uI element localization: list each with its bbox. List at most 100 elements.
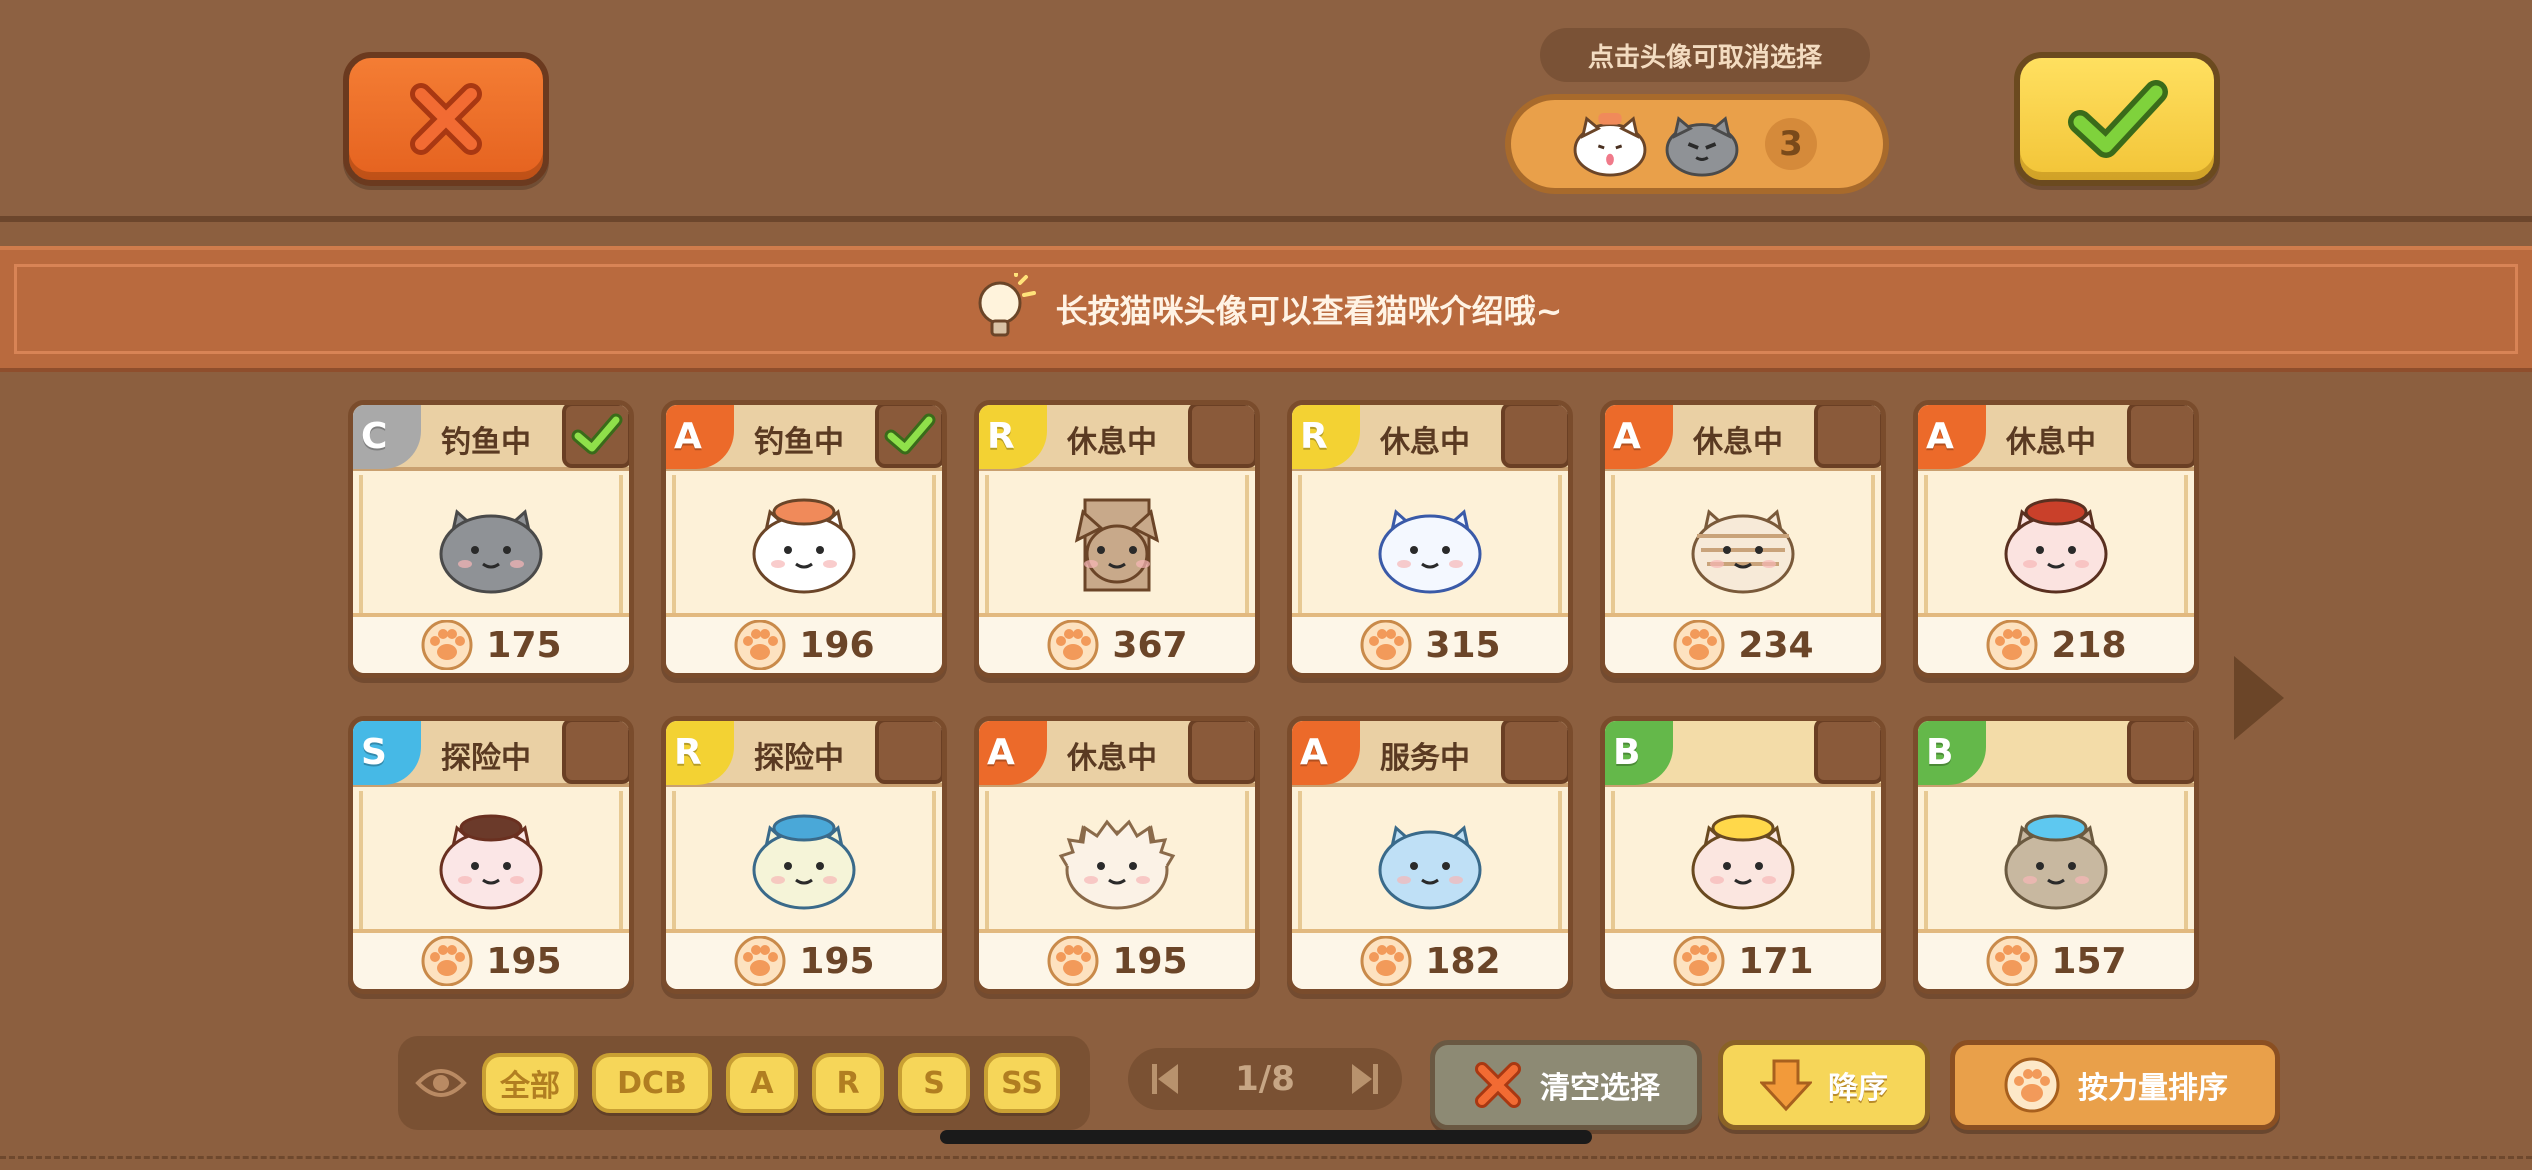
cat-card[interactable]: A 休息中 195 <box>974 716 1260 994</box>
check-icon <box>2068 80 2168 158</box>
cat-portrait[interactable] <box>1611 791 1875 931</box>
select-checkbox[interactable] <box>562 721 629 784</box>
close-icon <box>410 83 482 155</box>
pager: 1/8 <box>1128 1048 1402 1110</box>
filter-a[interactable]: A <box>726 1053 798 1113</box>
cat-power-value: 182 <box>1425 940 1501 982</box>
cat-card[interactable]: A 休息中 234 <box>1600 400 1886 678</box>
cat-portrait[interactable] <box>985 475 1249 615</box>
cat-status: 休息中 <box>2006 425 2096 460</box>
cat-card[interactable]: S 探险中 195 <box>348 716 634 994</box>
cat-card-header: A 服务中 <box>1292 721 1568 787</box>
select-checkbox[interactable] <box>1188 721 1255 784</box>
cat-card[interactable]: B 171 <box>1600 716 1886 994</box>
sort-by-power-button[interactable]: 按力量排序 <box>1950 1040 2280 1130</box>
select-checkbox[interactable] <box>2127 405 2194 468</box>
paw-icon <box>1986 936 2038 986</box>
select-checkbox[interactable] <box>1188 405 1255 468</box>
clear-selection-label: 清空选择 <box>1540 1071 1660 1106</box>
cat-power-value: 157 <box>2051 940 2127 982</box>
cat-portrait[interactable] <box>1611 475 1875 615</box>
paw-icon <box>734 936 786 986</box>
cat-portrait[interactable] <box>1924 475 2188 615</box>
filter-ss[interactable]: SS <box>984 1053 1060 1113</box>
select-checkbox[interactable] <box>2127 721 2194 784</box>
cat-portrait[interactable] <box>672 475 936 615</box>
cat-portrait[interactable] <box>359 475 623 615</box>
down-arrow-icon <box>1760 1059 1812 1112</box>
filter-s[interactable]: S <box>898 1053 970 1113</box>
filter-dcb[interactable]: DCB <box>592 1053 712 1113</box>
cat-avatar-icon <box>1378 509 1482 594</box>
paw-icon <box>2004 1057 2060 1113</box>
confirm-button[interactable] <box>2014 52 2220 186</box>
selected-cat-avatar-white[interactable] <box>1571 111 1649 177</box>
cat-card[interactable]: R 探险中 195 <box>661 716 947 994</box>
paw-icon <box>1360 936 1412 986</box>
cat-avatar-icon <box>2004 498 2108 594</box>
cat-status: 钓鱼中 <box>754 425 844 460</box>
cat-power-value: 218 <box>2051 624 2127 666</box>
select-checkbox[interactable] <box>1501 721 1568 784</box>
cat-card[interactable]: A 钓鱼中 196 <box>661 400 947 678</box>
cat-card[interactable]: C 钓鱼中 175 <box>348 400 634 678</box>
paw-icon <box>1047 620 1099 670</box>
home-indicator[interactable] <box>940 1130 1592 1144</box>
cat-portrait[interactable] <box>672 791 936 931</box>
cat-power-row: 195 <box>666 929 942 989</box>
cat-power-value: 315 <box>1425 624 1501 666</box>
select-checkbox[interactable] <box>562 405 629 468</box>
close-button[interactable] <box>343 52 549 186</box>
cat-avatar-icon <box>752 498 856 594</box>
close-icon <box>1475 1062 1521 1108</box>
cat-power-value: 234 <box>1738 624 1814 666</box>
first-page-icon[interactable] <box>1150 1062 1180 1096</box>
cat-power-value: 175 <box>486 624 562 666</box>
cat-avatar-icon <box>1691 509 1795 594</box>
cat-portrait[interactable] <box>1924 791 2188 931</box>
cat-card-header: A 休息中 <box>979 721 1255 787</box>
cat-power-value: 196 <box>799 624 875 666</box>
rank-badge: B <box>1605 721 1673 785</box>
cat-portrait[interactable] <box>359 791 623 931</box>
filter-r[interactable]: R <box>812 1053 884 1113</box>
cat-power-row: 234 <box>1605 613 1881 673</box>
paw-icon <box>1673 936 1725 986</box>
cat-card[interactable]: R 休息中 315 <box>1287 400 1573 678</box>
select-checkbox[interactable] <box>1501 405 1568 468</box>
cat-power-row: 195 <box>353 929 629 989</box>
select-checkbox[interactable] <box>875 721 942 784</box>
paw-icon <box>421 936 473 986</box>
cat-status: 休息中 <box>1067 741 1157 776</box>
select-checkbox[interactable] <box>1814 405 1881 468</box>
cat-card[interactable]: A 休息中 218 <box>1913 400 2199 678</box>
rank-badge: A <box>1292 721 1360 785</box>
selected-cat-avatar-grey[interactable] <box>1663 111 1741 177</box>
paw-icon <box>1986 620 2038 670</box>
cat-power-row: 157 <box>1918 929 2194 989</box>
next-page-arrow-icon[interactable] <box>2228 652 2288 744</box>
cat-card-header: A 休息中 <box>1605 405 1881 471</box>
cat-card-header: R 探险中 <box>666 721 942 787</box>
selected-cats-tray: 3 <box>1505 94 1889 194</box>
cat-card[interactable]: A 服务中 182 <box>1287 716 1573 994</box>
select-checkbox[interactable] <box>875 405 942 468</box>
cat-avatar-icon <box>752 814 856 910</box>
cat-card[interactable]: B 157 <box>1913 716 2199 994</box>
clear-selection-button[interactable]: 清空选择 <box>1430 1040 1702 1130</box>
select-checkbox[interactable] <box>1814 721 1881 784</box>
cat-status: 探险中 <box>754 741 844 776</box>
filter-all[interactable]: 全部 <box>482 1053 578 1113</box>
eye-icon[interactable] <box>414 1063 468 1103</box>
cat-power-value: 171 <box>1738 940 1814 982</box>
rank-badge: A <box>1605 405 1673 469</box>
cat-card[interactable]: R 休息中 367 <box>974 400 1260 678</box>
last-page-icon[interactable] <box>1350 1062 1380 1096</box>
sort-order-button[interactable]: 降序 <box>1718 1040 1930 1130</box>
paw-icon <box>1047 936 1099 986</box>
cat-status: 休息中 <box>1380 425 1470 460</box>
cat-avatar-icon <box>2004 814 2108 910</box>
cat-portrait[interactable] <box>985 791 1249 931</box>
cat-portrait[interactable] <box>1298 475 1562 615</box>
cat-portrait[interactable] <box>1298 791 1562 931</box>
